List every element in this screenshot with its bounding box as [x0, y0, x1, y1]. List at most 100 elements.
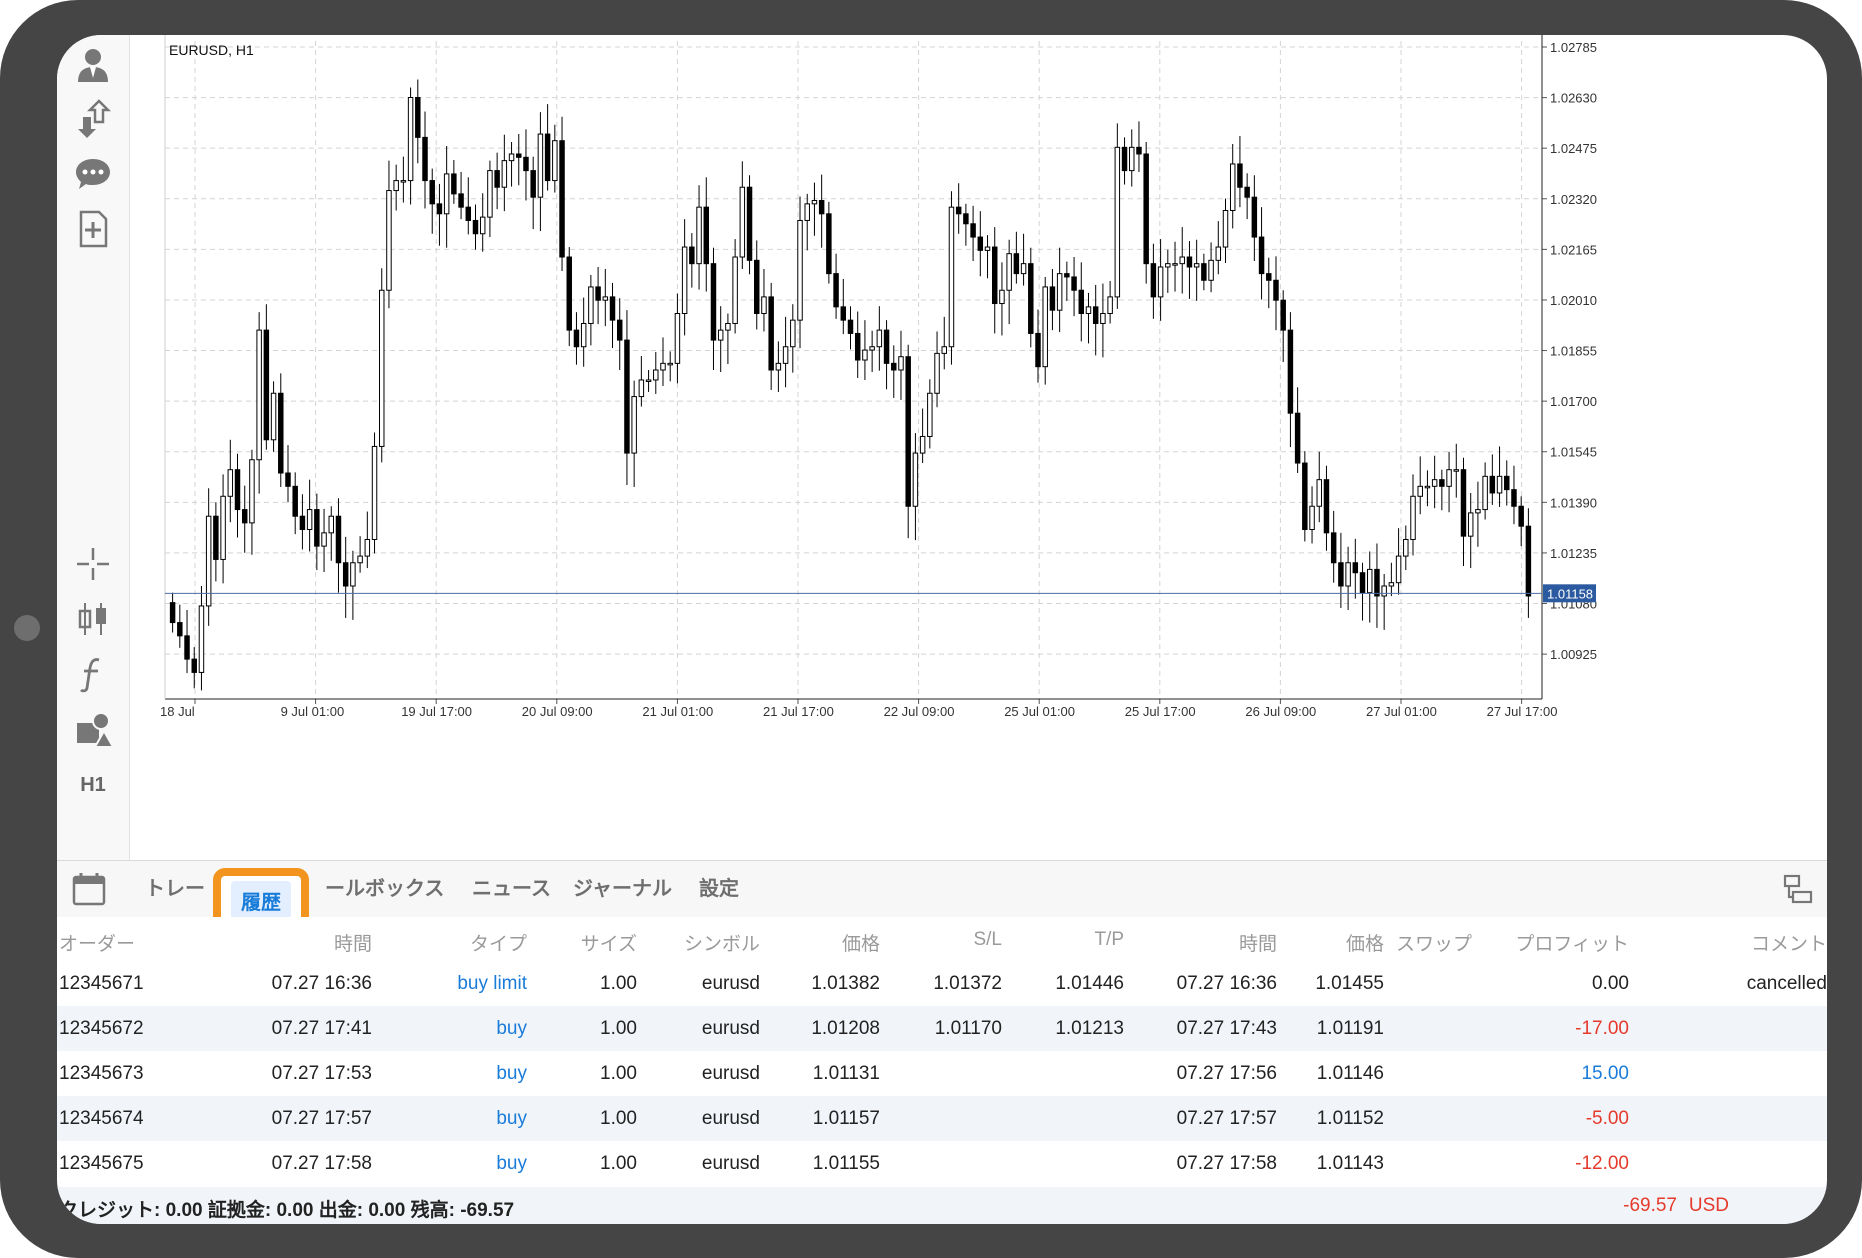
candle-bullish	[1129, 146, 1135, 172]
candle-bearish	[1323, 479, 1330, 534]
table-row[interactable]: 12345672 07.27 17:41 buy 1.00 eurusd 1.0…	[57, 1006, 1827, 1051]
candle-bearish	[1186, 256, 1193, 268]
candle-bullish	[1114, 146, 1121, 298]
candle-bullish	[443, 173, 450, 215]
candle-bullish	[681, 246, 688, 315]
objects-icon[interactable]	[70, 706, 116, 752]
tab-settings[interactable]: 設定	[699, 861, 739, 917]
buy-sell-icon[interactable]	[70, 96, 116, 142]
table-row[interactable]: 12345675 07.27 17:58 buy 1.00 eurusd 1.0…	[57, 1141, 1827, 1186]
header-profit[interactable]: プロフィット	[1515, 929, 1629, 956]
candle-bullish	[782, 346, 789, 364]
cell-time-close: 07.27 17:58	[1176, 1153, 1277, 1174]
candle-bearish	[285, 472, 291, 487]
candle-bearish	[616, 319, 623, 341]
tab-trade[interactable]: トレー	[145, 861, 205, 917]
candle-bullish	[1446, 469, 1452, 487]
calendar-icon[interactable]	[71, 871, 107, 907]
cell-time-open: 07.27 17:57	[271, 1108, 372, 1129]
cell-time-open: 07.27 16:36	[271, 973, 372, 994]
table-row[interactable]: 12345673 07.27 17:53 buy 1.00 eurusd 1.0…	[57, 1051, 1827, 1096]
tab-toolbox[interactable]: ールボックス	[325, 861, 444, 917]
candle-bullish	[256, 329, 262, 461]
candle-bearish	[494, 170, 500, 188]
candle-bullish	[407, 96, 414, 182]
candle-bullish	[1316, 479, 1322, 507]
chart-type-icon[interactable]	[70, 596, 116, 642]
price-tick-label: 1.02320	[1550, 192, 1597, 207]
cell-tp: 1.01213	[1055, 1018, 1124, 1039]
time-tick-label: 25 Jul 17:00	[1125, 704, 1196, 719]
time-tick-label: 21 Jul 17:00	[763, 704, 834, 719]
header-symbol[interactable]: シンボル	[684, 929, 760, 956]
current-price-label: 1.01158	[1547, 586, 1593, 601]
cell-comment: cancelled	[1746, 973, 1827, 994]
cell-price-close: 1.01146	[1316, 1063, 1384, 1084]
candle-bearish	[566, 256, 572, 331]
timeframe-button[interactable]: H1	[70, 762, 116, 808]
home-button[interactable]	[14, 615, 40, 641]
cell-symbol: eurusd	[701, 1018, 760, 1039]
price-tick-label: 1.01855	[1550, 344, 1597, 359]
candle-bullish	[328, 515, 334, 534]
app-screen: H1 1.02785 1.02630 1.02475 1.02320 1.02165 1.…	[57, 35, 1827, 1224]
tab-history-label: 履歴	[231, 880, 291, 920]
candle-bearish	[573, 329, 580, 348]
candle-bullish	[1179, 256, 1185, 265]
time-tick-label: 19 Jul 17:00	[401, 704, 472, 719]
terminal-tabbar: トレー 履歴 ールボックス ニュース ジャーナル 設定	[57, 860, 1827, 932]
candle-bullish	[350, 562, 356, 587]
header-price-open[interactable]: 価格	[842, 929, 880, 956]
time-tick-label: 25 Jul 01:00	[1004, 704, 1075, 719]
candle-bullish	[306, 509, 313, 531]
candlestick-chart[interactable]: 1.02785 1.02630 1.02475 1.02320 1.02165 1.020…	[129, 35, 1827, 860]
table-row[interactable]: 12345674 07.27 17:57 buy 1.00 eurusd 1.0…	[57, 1096, 1827, 1141]
header-type[interactable]: タイプ	[470, 929, 527, 956]
header-tp[interactable]: T/P	[1094, 929, 1124, 951]
layout-toggle-icon[interactable]	[1782, 873, 1814, 905]
header-comment[interactable]: コメント	[1751, 929, 1827, 956]
tab-news[interactable]: ニュース	[472, 861, 551, 917]
header-order[interactable]: オーダー	[59, 929, 135, 956]
header-size[interactable]: サイズ	[581, 929, 637, 956]
account-icon[interactable]	[70, 41, 116, 87]
chat-icon[interactable]	[70, 151, 116, 197]
new-order-icon[interactable]	[70, 206, 116, 252]
cell-price-close: 1.01191	[1316, 1018, 1384, 1039]
header-price-close[interactable]: 価格	[1346, 929, 1384, 956]
candle-bullish	[1395, 555, 1402, 584]
cell-size: 1.00	[600, 1153, 637, 1174]
cell-price-open: 1.01208	[811, 1018, 880, 1039]
candle-bearish	[342, 562, 349, 587]
candle-bullish	[386, 190, 392, 291]
crosshair-icon[interactable]	[70, 541, 116, 587]
candle-bearish	[1338, 562, 1344, 587]
candle-bullish	[898, 356, 904, 371]
cell-sl: 1.01170	[934, 1018, 1002, 1039]
candle-bearish	[746, 186, 753, 261]
candle-bullish	[1475, 509, 1481, 514]
cell-symbol: eurusd	[701, 1153, 760, 1174]
header-time-open[interactable]: 時間	[334, 929, 372, 956]
cell-order: 12345673	[59, 1063, 144, 1084]
header-time-close[interactable]: 時間	[1239, 929, 1277, 956]
candle-bullish	[1172, 263, 1178, 266]
table-row[interactable]: 12345671 07.27 16:36 buy limit 1.00 euru…	[57, 961, 1827, 1006]
candle-bullish	[501, 160, 508, 188]
cell-order: 12345671	[59, 973, 144, 994]
price-chart[interactable]: 1.02785 1.02630 1.02475 1.02320 1.02165 1.020…	[129, 35, 1827, 860]
header-sl[interactable]: S/L	[973, 929, 1002, 951]
indicators-icon[interactable]	[70, 651, 116, 697]
candle-bullish	[487, 170, 493, 218]
tab-journal[interactable]: ジャーナル	[573, 861, 672, 917]
history-table-header: オーダー 時間 タイプ サイズ シンボル 価格 S/L T/P 時間 価格 スワ…	[57, 917, 1827, 961]
candle-bearish	[1244, 186, 1250, 198]
candle-bullish	[1496, 475, 1503, 494]
candle-bullish	[1157, 266, 1164, 298]
price-tick-label: 1.02475	[1550, 141, 1597, 156]
candle-bullish	[588, 286, 594, 324]
candle-bullish	[1208, 259, 1214, 281]
header-swap[interactable]: スワップ	[1396, 929, 1472, 956]
candle-bearish	[530, 170, 536, 198]
candle-bearish	[977, 236, 984, 251]
